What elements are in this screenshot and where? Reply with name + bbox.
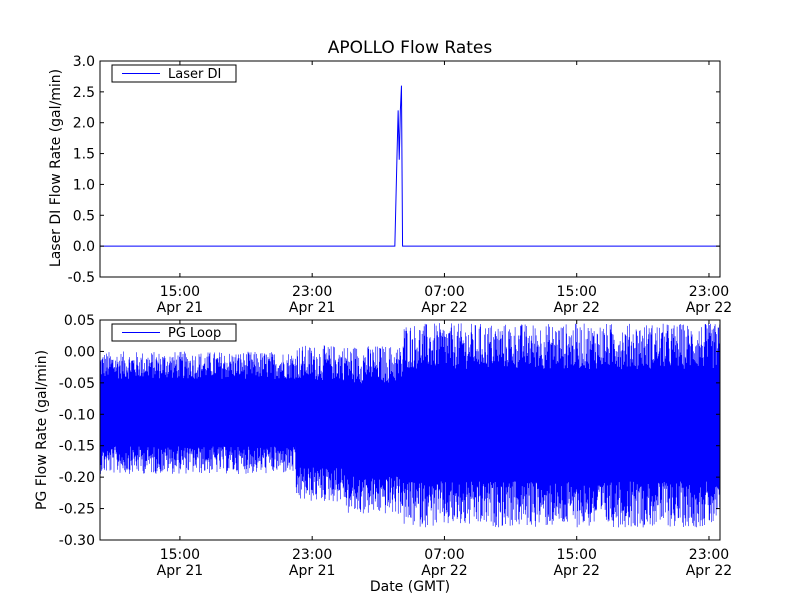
y-tick-label: -0.10 [59,407,95,423]
y-tick-label: 0.05 [64,313,95,329]
y-tick-label: 2.0 [73,116,95,132]
x-tick-time-label: 15:00 [557,284,597,300]
legend-label: Laser DI [168,67,221,82]
x-tick-time-label: 23:00 [689,284,729,300]
y-tick-label: -0.15 [59,439,95,455]
x-tick-time-label: 07:00 [424,284,464,300]
x-tick-date-label: Apr 21 [289,300,335,316]
x-tick-time-label: 23:00 [689,547,729,563]
y-tick-label: 2.5 [73,85,95,101]
legend: PG Loop [111,323,237,342]
apollo-flow-rates-figure: APOLLO Flow Rates Laser DI Flow Rate (ga… [34,38,732,595]
x-tick-time-label: 23:00 [292,284,332,300]
y-tick-label: 1.0 [73,177,95,193]
y-tick-label: -0.25 [59,502,95,518]
x-tick-date-label: Apr 22 [421,563,467,579]
x-tick-time-label: 15:00 [160,547,200,563]
x-tick-date-label: Apr 22 [553,563,599,579]
y-tick-label: 3.0 [73,54,95,70]
x-tick-time-label: 15:00 [160,284,200,300]
x-tick-time-label: 23:00 [292,547,332,563]
figure-title: APOLLO Flow Rates [328,38,493,58]
y-tick-label: 0.00 [64,344,95,360]
x-tick-date-label: Apr 22 [421,300,467,316]
x-tick-time-label: 07:00 [424,547,464,563]
series-line-laser-di [100,85,720,247]
y-tick-label: 1.5 [73,147,95,163]
x-tick-date-label: Apr 21 [157,300,203,316]
y-tick-label: 0.5 [73,208,95,224]
x-tick-date-label: Apr 21 [289,563,335,579]
x-tick-date-label: Apr 22 [686,300,732,316]
legend-label: PG Loop [168,326,221,341]
y-tick-label: -0.20 [59,470,95,486]
x-tick-date-label: Apr 22 [553,300,599,316]
laser-di-y-axis-label: Laser DI Flow Rate (gal/min) [48,69,64,267]
pg-y-axis-label: PG Flow Rate (gal/min) [34,350,50,510]
y-tick-label: 0.0 [73,239,95,255]
laser-di-panel: Laser DI Flow Rate (gal/min) -0.5 0.0 0.5 1… [48,54,732,316]
y-tick-label: -0.05 [59,376,95,392]
pg-loop-panel: PG Flow Rate (gal/min) Date (GMT) -0.30 -… [34,313,732,595]
x-axis-label: Date (GMT) [370,579,450,595]
y-tick-label: -0.5 [68,270,95,286]
y-tick-label: -0.30 [59,533,95,549]
legend: Laser DI [111,64,237,83]
plot-frame [99,60,721,278]
x-tick-date-label: Apr 22 [686,563,732,579]
x-tick-time-label: 15:00 [557,547,597,563]
series-line-pg-loop [100,323,720,528]
x-tick-date-label: Apr 21 [157,563,203,579]
